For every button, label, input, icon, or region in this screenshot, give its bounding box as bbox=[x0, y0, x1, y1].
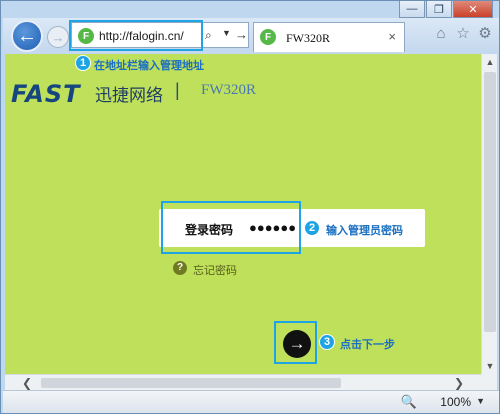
model-name: FW320R bbox=[201, 82, 257, 98]
forward-button[interactable]: → bbox=[47, 26, 69, 48]
back-arrow-icon: ← bbox=[17, 24, 37, 47]
scroll-down-icon[interactable]: ▼ bbox=[482, 358, 498, 374]
forward-arrow-icon: → bbox=[51, 29, 65, 45]
zoom-level[interactable]: 100% bbox=[440, 395, 471, 409]
zoom-icon[interactable]: 🔍 bbox=[401, 394, 417, 410]
navigation-bar: ← → F http://falogin.cn/ ⌕ ▼ → F FW320R … bbox=[3, 18, 499, 54]
next-button[interactable]: → bbox=[283, 330, 311, 358]
favorites-star-icon[interactable]: ☆ bbox=[455, 26, 471, 42]
step-1-badge: 1 bbox=[75, 55, 91, 71]
vertical-scroll-thumb[interactable] bbox=[484, 72, 496, 332]
step-3-text: 点击下一步 bbox=[340, 339, 395, 351]
status-bar: 🔍 100% ▼ bbox=[3, 390, 499, 413]
forgot-password-link[interactable]: 忘记密码 bbox=[193, 262, 237, 278]
window-controls: — ❐ ✕ bbox=[399, 1, 493, 18]
restore-button[interactable]: ❐ bbox=[426, 1, 452, 18]
close-window-button[interactable]: ✕ bbox=[453, 1, 493, 18]
scroll-right-icon[interactable]: ❯ bbox=[451, 375, 467, 391]
back-button[interactable]: ← bbox=[11, 20, 43, 52]
go-button[interactable]: → bbox=[235, 27, 248, 42]
step-2-text: 输入管理员密码 bbox=[326, 225, 403, 237]
brand-name: 迅捷网络 bbox=[95, 86, 163, 105]
browser-tab[interactable]: F FW320R × bbox=[253, 22, 405, 52]
toolbar-icons: ⌂ ☆ ⚙ bbox=[433, 26, 493, 42]
horizontal-scrollbar[interactable]: ❮ ❯ bbox=[5, 374, 481, 390]
next-arrow-icon: → bbox=[288, 334, 306, 353]
step-3-badge: 3 bbox=[319, 334, 335, 350]
brand-separator: | bbox=[175, 80, 180, 100]
minimize-button[interactable]: — bbox=[399, 1, 425, 18]
home-icon[interactable]: ⌂ bbox=[433, 26, 449, 42]
password-highlight-frame bbox=[161, 201, 301, 254]
horizontal-scroll-thumb[interactable] bbox=[41, 378, 341, 388]
vertical-scrollbar[interactable]: ▲ ▼ bbox=[481, 54, 497, 374]
scroll-up-icon[interactable]: ▲ bbox=[482, 54, 498, 70]
zoom-dropdown-icon[interactable]: ▼ bbox=[476, 396, 485, 406]
address-dropdown-icon[interactable]: ▼ bbox=[222, 28, 231, 38]
address-highlight-frame bbox=[69, 20, 203, 51]
tab-favicon-icon: F bbox=[260, 29, 276, 45]
scrollbar-corner bbox=[481, 374, 497, 390]
step-2-badge: 2 bbox=[304, 220, 320, 236]
tab-close-icon[interactable]: × bbox=[388, 29, 396, 44]
help-icon[interactable]: ? bbox=[173, 261, 187, 275]
page-viewport: FAST 迅捷网络 | FW320R 1 在地址栏输入管理地址 登录密码 ●●●… bbox=[5, 54, 481, 374]
tab-title: FW320R bbox=[286, 31, 331, 45]
fast-logo: FAST bbox=[11, 80, 81, 108]
search-icon[interactable]: ⌕ bbox=[205, 28, 212, 43]
browser-window: — ❐ ✕ ← → F http://falogin.cn/ ⌕ ▼ → F F… bbox=[0, 0, 500, 414]
scroll-left-icon[interactable]: ❮ bbox=[19, 375, 35, 391]
gear-icon[interactable]: ⚙ bbox=[477, 26, 493, 42]
step-1-text: 在地址栏输入管理地址 bbox=[94, 60, 204, 72]
